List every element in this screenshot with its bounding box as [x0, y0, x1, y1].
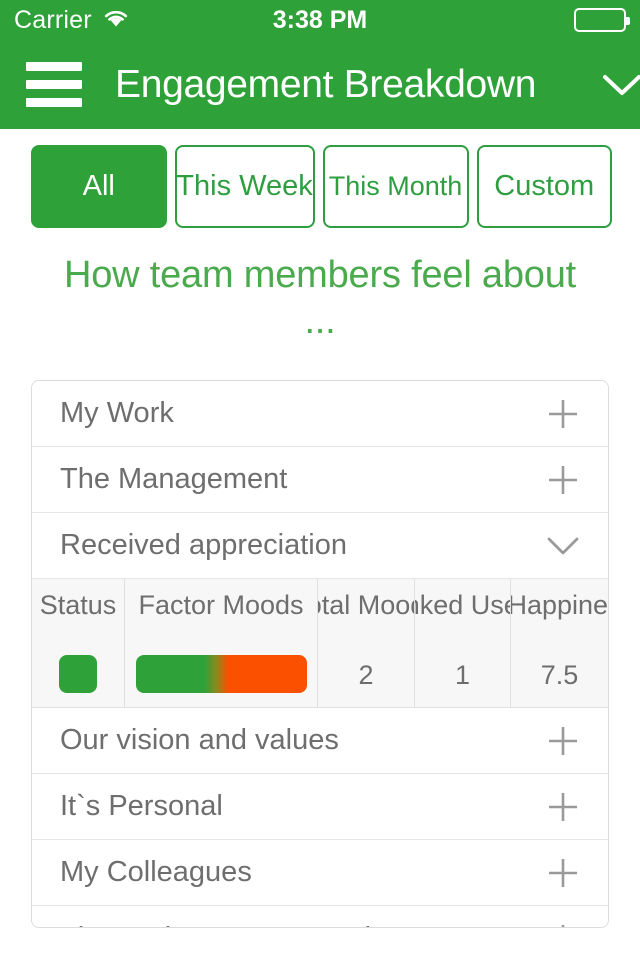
status-bar: Carrier 3:38 PM [0, 0, 640, 40]
table-column-factor-moods: Factor Moods [125, 579, 318, 707]
factor-row-my-work[interactable]: My Work [32, 381, 608, 447]
plus-icon[interactable] [544, 921, 582, 927]
column-header-linked-users: Linked Users [415, 590, 510, 620]
battery-full-icon [574, 8, 630, 32]
chevron-down-icon[interactable] [544, 533, 582, 559]
hamburger-bar [26, 80, 82, 89]
status-bar-right [574, 8, 630, 32]
hamburger-bar [26, 62, 82, 71]
factor-label: The environment at work [60, 922, 544, 927]
status-badge [59, 655, 97, 693]
column-header-happiness: Happiness [511, 590, 608, 620]
filter-button-all[interactable]: All [31, 145, 167, 228]
chevron-down-icon[interactable] [600, 72, 640, 98]
column-header-status: Status [39, 590, 117, 620]
filter-button-this-week[interactable]: This Week [174, 145, 315, 228]
total-moods-value: 2 [358, 660, 374, 690]
section-heading: How team members feel about ... [63, 254, 577, 343]
plus-icon[interactable] [544, 789, 582, 825]
table-column-status: Status [32, 579, 125, 707]
column-header-factor-moods: Factor Moods [138, 590, 304, 620]
happiness-value: 7.5 [540, 660, 579, 690]
factor-row-our-vision-and-values[interactable]: Our vision and values [32, 708, 608, 774]
factor-row-the-management[interactable]: The Management [32, 447, 608, 513]
factor-label: My Colleagues [60, 856, 252, 888]
page-title: Engagement Breakdown [115, 62, 537, 106]
column-header-total-moods: Total Moods [318, 590, 414, 620]
hamburger-menu-icon[interactable] [26, 62, 82, 107]
mood-gradient-bar [135, 655, 307, 693]
filter-button-group: All This Week This Month Custom [0, 129, 640, 228]
table-column-happiness: Happiness 7.5 [511, 579, 608, 707]
factor-label: My Work [60, 397, 174, 429]
table-column-linked-users: Linked Users 1 [415, 579, 511, 707]
plus-icon[interactable] [544, 855, 582, 891]
factor-label: Received appreciation [60, 529, 347, 561]
plus-icon[interactable] [544, 723, 582, 759]
plus-icon[interactable] [544, 462, 582, 498]
factor-list-card: My Work The Management Received apprecia… [31, 380, 609, 928]
factor-label: Our vision and values [60, 724, 339, 756]
factor-row-my-colleagues[interactable]: My Colleagues [32, 840, 608, 906]
factor-label: The Management [60, 463, 288, 495]
factor-label: It`s Personal [60, 790, 223, 822]
navigation-bar: Engagement Breakdown [0, 40, 640, 129]
factor-row-its-personal[interactable]: It`s Personal [32, 774, 608, 840]
table-column-total-moods: Total Moods 2 [318, 579, 415, 707]
plus-icon[interactable] [544, 396, 582, 432]
factor-detail-table: Status Factor Moods Total Moods 2 Linked… [32, 579, 608, 708]
filter-button-this-month[interactable]: This Month [322, 145, 469, 228]
factor-row-received-appreciation[interactable]: Received appreciation [32, 513, 608, 579]
hamburger-bar [26, 98, 82, 107]
status-bar-time: 3:38 PM [272, 5, 368, 34]
filter-button-custom[interactable]: Custom [476, 145, 612, 228]
linked-users-value: 1 [454, 660, 471, 690]
factor-row-the-environment-at-work[interactable]: The environment at work [32, 906, 608, 927]
